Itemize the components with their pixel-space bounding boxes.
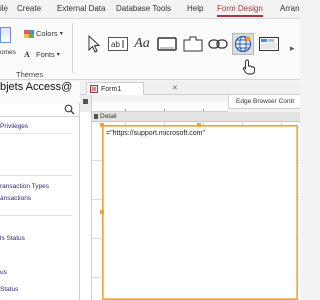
pointer-arrow-icon — [88, 35, 101, 53]
detail-section-bar[interactable]: Detail — [92, 112, 300, 122]
nav-divider — [0, 133, 72, 134]
ribbon: omes Colors ▾ A Fonts ▾ Themes ab Aa ▸ — [0, 19, 300, 80]
tab-arrange[interactable]: Arran — [280, 4, 300, 13]
globe-icon — [234, 35, 252, 53]
nav-item[interactable]: ls Status — [0, 235, 25, 242]
resize-handle[interactable] — [100, 210, 104, 214]
label-control-button[interactable]: Aa — [131, 33, 153, 55]
vertical-ruler — [80, 112, 92, 300]
navigation-pane: Privileges ransaction Types ansactions l… — [0, 103, 80, 300]
tab-control-icon — [183, 36, 203, 52]
colors-label: Colors — [36, 29, 58, 38]
property-sheet-title: Edge Browser Contr — [236, 98, 295, 105]
button-control-button[interactable] — [156, 33, 178, 55]
nav-item[interactable]: ansactions — [0, 195, 31, 202]
tab-database-tools[interactable]: Database Tools — [116, 4, 171, 13]
close-document-icon[interactable]: ✕ — [172, 84, 178, 92]
nav-item[interactable]: Privileges — [0, 123, 28, 130]
tab-control-button[interactable] — [182, 33, 204, 55]
web-browser-control[interactable]: ="https://support.microsoft.com" — [102, 125, 298, 300]
themes-group-label: Themes — [16, 70, 44, 79]
ribbon-tab-bar: ile Create External Data Database Tools … — [0, 0, 300, 19]
colors-button[interactable]: Colors ▾ — [24, 29, 63, 38]
text-box-icon: ab — [108, 37, 128, 51]
tab-form-design[interactable]: Form Design — [217, 4, 263, 17]
ribbon-more-icon[interactable]: ▸ — [290, 43, 295, 54]
nav-item[interactable]: ransaction Types — [0, 183, 49, 190]
form-selector-box — [83, 99, 88, 104]
control-source-text: ="https://support.microsoft.com" — [106, 130, 205, 137]
tab-help[interactable]: Help — [187, 4, 203, 13]
resize-handle[interactable] — [197, 123, 201, 127]
tab-divider — [0, 4, 6, 14]
label-icon: Aa — [134, 36, 150, 51]
hyperlink-icon — [208, 39, 228, 49]
form-selector[interactable] — [80, 95, 92, 112]
navigation-icon — [259, 37, 279, 51]
horizontal-ruler — [92, 102, 228, 112]
colors-icon — [24, 29, 34, 38]
resize-handle[interactable] — [100, 123, 104, 127]
detail-section-label: Detail — [100, 113, 117, 120]
form-design-canvas[interactable]: Detail ="https://support.microsoft.com" — [92, 112, 300, 300]
navigation-pane-header: bjets Access@ — [0, 81, 80, 103]
navigation-pane-title[interactable]: bjets Access@ — [0, 81, 72, 93]
text-box-control-button[interactable]: ab — [107, 33, 129, 55]
section-marker-icon — [94, 114, 98, 119]
search-icon[interactable] — [64, 104, 75, 115]
navigation-search-box[interactable] — [0, 103, 79, 117]
tab-create[interactable]: Create — [17, 4, 41, 13]
property-sheet-header: Edge Browser Contr — [228, 95, 300, 109]
web-browser-control-button[interactable] — [232, 33, 254, 55]
document-tab-label: Form1 — [101, 85, 122, 93]
group-separator — [72, 23, 73, 73]
form-icon — [90, 85, 98, 93]
fonts-icon: A — [24, 50, 30, 59]
chevron-down-icon: ▾ — [59, 31, 63, 37]
svg-text:ab: ab — [111, 40, 120, 49]
fonts-button[interactable]: A Fonts ▾ — [24, 50, 60, 59]
select-control-button[interactable] — [83, 33, 105, 55]
document-tab-bar: Form1 ✕ — [80, 81, 300, 95]
button-icon — [157, 37, 177, 51]
fonts-label: Fonts — [36, 50, 55, 59]
document-tab-form1[interactable]: Form1 — [86, 82, 144, 95]
nav-item[interactable]: us — [0, 269, 7, 276]
hyperlink-control-button[interactable] — [207, 33, 229, 55]
hand-cursor-icon — [242, 59, 255, 75]
navigation-control-button[interactable] — [258, 33, 280, 55]
nav-divider — [0, 175, 72, 176]
themes-icon[interactable] — [0, 27, 11, 43]
tab-external-data[interactable]: External Data — [57, 4, 105, 13]
chevron-down-icon: ▾ — [56, 52, 60, 58]
nav-divider — [0, 215, 72, 216]
themes-button-label[interactable]: omes — [0, 49, 16, 56]
nav-item[interactable]: Status — [0, 286, 18, 293]
